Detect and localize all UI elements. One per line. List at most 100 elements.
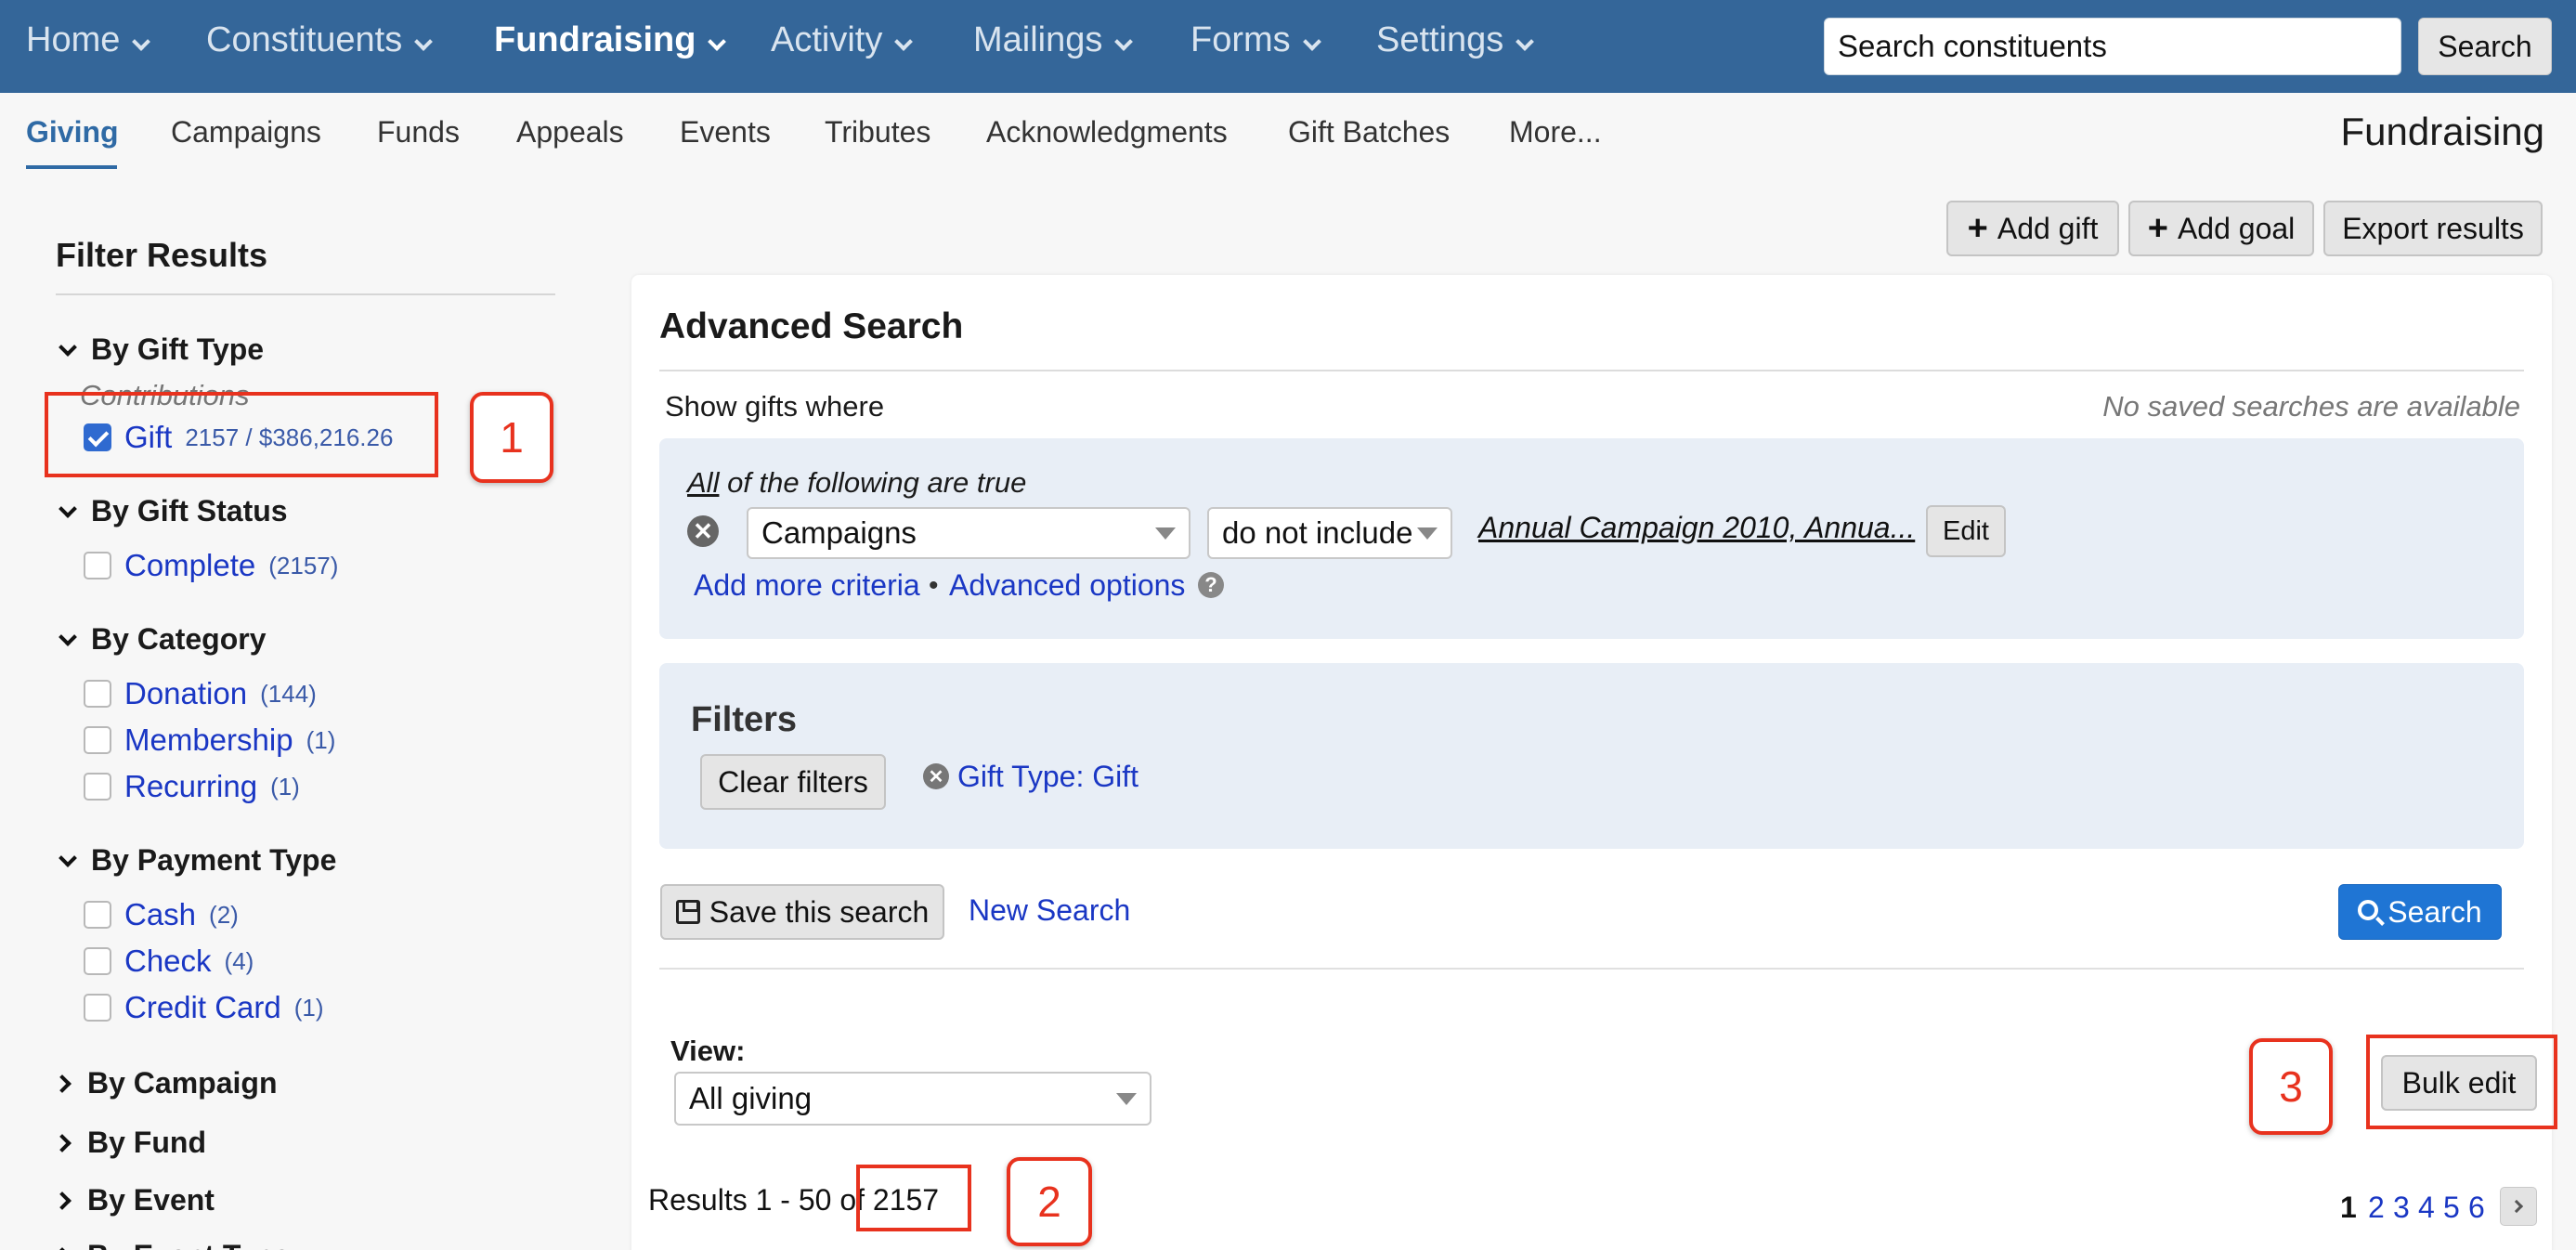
subnav-appeals[interactable]: Appeals (516, 115, 624, 150)
filter-count: (2157) (268, 551, 339, 579)
criteria-mode-text: All of the following are true (687, 466, 1026, 500)
filter-credit-card-checkbox[interactable]: Credit Card (1) (84, 990, 324, 1025)
export-results-button[interactable]: Export results (2323, 201, 2543, 256)
nav-activity[interactable]: Activity (771, 20, 914, 60)
chevron-down-icon (59, 627, 77, 646)
checkbox[interactable] (84, 726, 111, 754)
chevron-down-icon (59, 499, 77, 518)
gift-type-filter-chip[interactable]: Gift Type: Gift (957, 760, 1138, 794)
subnav-events[interactable]: Events (680, 115, 771, 150)
top-nav-bar: Home Constituents Fundraising Activity M… (0, 0, 2576, 93)
advanced-search-button[interactable]: Search (2338, 884, 2502, 940)
add-gift-button[interactable]: + Add gift (1946, 201, 2119, 256)
clear-filters-button[interactable]: Clear filters (700, 754, 886, 810)
remove-criteria-icon[interactable]: ✕ (687, 515, 719, 547)
checkbox[interactable] (84, 901, 111, 929)
checkbox[interactable] (84, 773, 111, 801)
no-saved-searches-text: No saved searches are available (2102, 390, 2520, 423)
nav-home[interactable]: Home (26, 20, 151, 60)
next-page-button[interactable] (2500, 1187, 2537, 1226)
dropdown-caret-icon (1417, 527, 1438, 540)
criteria-value-link[interactable]: Annual Campaign 2010, Annua... (1478, 511, 1915, 545)
filter-recurring-checkbox[interactable]: Recurring (1) (84, 769, 300, 804)
nav-mailings[interactable]: Mailings (973, 20, 1134, 60)
nav-constituents[interactable]: Constituents (206, 20, 434, 60)
save-search-button[interactable]: Save this search (660, 884, 944, 940)
filter-check-checkbox[interactable]: Check (4) (84, 944, 254, 979)
subnav-gift-batches[interactable]: Gift Batches (1288, 115, 1450, 150)
new-search-link[interactable]: New Search (969, 893, 1130, 928)
filter-complete-checkbox[interactable]: Complete (2157) (84, 548, 338, 583)
filter-count: (1) (270, 772, 300, 801)
filter-count: (1) (306, 725, 336, 754)
section-by-event-type[interactable]: By Event Type (53, 1239, 290, 1250)
page-2[interactable]: 2 (2368, 1191, 2385, 1225)
chevron-down-icon (132, 32, 151, 51)
subnav-tributes[interactable]: Tributes (825, 115, 930, 150)
chevron-down-icon (708, 32, 727, 51)
add-goal-button[interactable]: + Add goal (2128, 201, 2314, 256)
page-3[interactable]: 3 (2393, 1191, 2410, 1225)
section-by-payment-type[interactable]: By Payment Type (56, 843, 336, 878)
checkbox[interactable] (84, 947, 111, 975)
section-by-campaign[interactable]: By Campaign (53, 1066, 277, 1100)
section-by-event[interactable]: By Event (53, 1183, 215, 1217)
page-title: Fundraising (2340, 110, 2544, 153)
view-select[interactable]: All giving (674, 1072, 1151, 1126)
subnav-acknowledgments[interactable]: Acknowledgments (986, 115, 1228, 150)
page-1[interactable]: 1 (2340, 1191, 2357, 1225)
annotation-number-3: 3 (2249, 1038, 2333, 1135)
active-tab-indicator (26, 165, 117, 169)
view-select-value: All giving (689, 1081, 813, 1115)
save-icon (675, 900, 700, 924)
chevron-down-icon (1516, 32, 1535, 51)
divider (56, 293, 555, 295)
criteria-field-select[interactable]: Campaigns (747, 507, 1190, 559)
show-gifts-where-label: Show gifts where (665, 390, 885, 423)
divider (659, 968, 2524, 970)
subnav-funds[interactable]: Funds (377, 115, 460, 150)
annotation-box-bulk-edit (2366, 1035, 2557, 1129)
checkbox[interactable] (84, 680, 111, 708)
section-label: By Category (91, 622, 267, 656)
section-by-gift-type[interactable]: By Gift Type (56, 332, 264, 367)
section-by-fund[interactable]: By Fund (53, 1126, 206, 1160)
page-6[interactable]: 6 (2468, 1191, 2485, 1225)
filter-membership-checkbox[interactable]: Membership (1) (84, 723, 335, 758)
subnav-campaigns[interactable]: Campaigns (171, 115, 321, 150)
section-by-gift-status[interactable]: By Gift Status (56, 494, 288, 528)
section-label: By Event Type (87, 1239, 290, 1250)
add-more-criteria-link[interactable]: Add more criteria (694, 568, 920, 603)
advanced-options-link[interactable]: Advanced options (949, 568, 1185, 603)
nav-settings[interactable]: Settings (1376, 20, 1535, 60)
section-by-category[interactable]: By Category (56, 622, 267, 657)
chevron-right-icon (53, 1191, 72, 1210)
filter-label: Check (124, 944, 212, 978)
checkbox[interactable] (84, 994, 111, 1022)
checkbox[interactable] (84, 552, 111, 579)
chevron-right-icon (53, 1246, 72, 1250)
subnav-more[interactable]: More... (1509, 115, 1602, 150)
page-4[interactable]: 4 (2418, 1191, 2435, 1225)
filter-label: Membership (124, 723, 293, 757)
remove-filter-icon[interactable]: ✕ (923, 763, 949, 789)
chevron-right-icon (53, 1074, 72, 1093)
nav-constituents-label: Constituents (206, 20, 403, 59)
divider (659, 370, 2524, 371)
edit-criteria-button[interactable]: Edit (1926, 505, 2006, 557)
chevron-down-icon (414, 32, 434, 51)
page-5[interactable]: 5 (2443, 1191, 2460, 1225)
filter-cash-checkbox[interactable]: Cash (2) (84, 897, 239, 932)
subnav-giving[interactable]: Giving (26, 115, 119, 150)
help-icon[interactable]: ? (1198, 572, 1224, 598)
filter-donation-checkbox[interactable]: Donation (144) (84, 676, 317, 711)
search-constituents-input[interactable] (1824, 18, 2401, 75)
nav-forms-label: Forms (1190, 20, 1291, 59)
top-search-button[interactable]: Search (2418, 18, 2552, 75)
annotation-number-2: 2 (1007, 1157, 1092, 1246)
criteria-operator-select[interactable]: do not include (1207, 507, 1452, 559)
nav-forms[interactable]: Forms (1190, 20, 1321, 60)
nav-mailings-label: Mailings (973, 20, 1103, 59)
all-toggle[interactable]: All (687, 466, 719, 499)
nav-fundraising[interactable]: Fundraising (494, 20, 727, 60)
